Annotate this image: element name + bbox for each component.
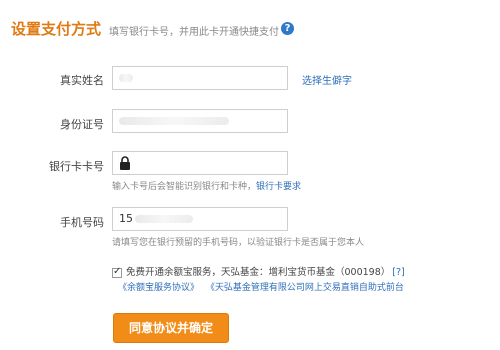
id-number-input[interactable] (112, 109, 288, 133)
yuebao-help-link[interactable]: [?] (392, 267, 404, 278)
fund-agreement-link[interactable]: 《天弘基金管理有限公司网上交易直销自助式前台 (206, 283, 404, 293)
card-requirements-link[interactable]: 银行卡要求 (256, 182, 301, 192)
agree-and-confirm-button[interactable]: 同意协议并确定 (113, 313, 229, 343)
help-icon[interactable]: ? (281, 22, 294, 35)
rare-character-link[interactable]: 选择生僻字 (302, 72, 352, 87)
card-label: 银行卡卡号 (49, 160, 104, 173)
phone-value: 15 (119, 212, 133, 225)
phone-value-blurred (135, 215, 193, 223)
agreement-links: 《余额宝服务协议》 《天弘基金管理有限公司网上交易直销自助式前台 (118, 280, 448, 293)
yuebao-text: 免费开通余额宝服务，天弘基金：增利宝货币基金（000198） (126, 267, 391, 278)
name-input[interactable] (112, 66, 288, 90)
phone-input[interactable]: 15 (112, 207, 288, 231)
phone-hint: 请填写您在银行预留的手机号码，以验证银行卡是否属于您本人 (112, 238, 365, 248)
page-title: 设置支付方式 (11, 20, 102, 38)
card-hint: 输入卡号后会智能识别银行和卡种，银行卡要求 (112, 179, 301, 192)
id-label: 身份证号 (60, 118, 104, 131)
card-number-input[interactable] (112, 151, 288, 175)
name-value-blurred (119, 74, 133, 82)
id-value-blurred (119, 117, 229, 125)
yuebao-option[interactable]: 免费开通余额宝服务，天弘基金：增利宝货币基金（000198）[?] (112, 264, 405, 278)
page-header: 设置支付方式 填写银行卡号，并用此卡开通快捷支付 ? (11, 12, 491, 42)
page-subtitle: 填写银行卡号，并用此卡开通快捷支付 (109, 27, 279, 38)
yuebao-checkbox[interactable] (112, 266, 122, 278)
phone-label: 手机号码 (60, 216, 104, 229)
name-label: 真实姓名 (60, 74, 104, 87)
card-hint-text: 输入卡号后会智能识别银行和卡种， (112, 182, 257, 192)
yuebao-agreement-link[interactable]: 《余额宝服务协议》 (118, 283, 199, 293)
lock-icon (120, 156, 130, 170)
